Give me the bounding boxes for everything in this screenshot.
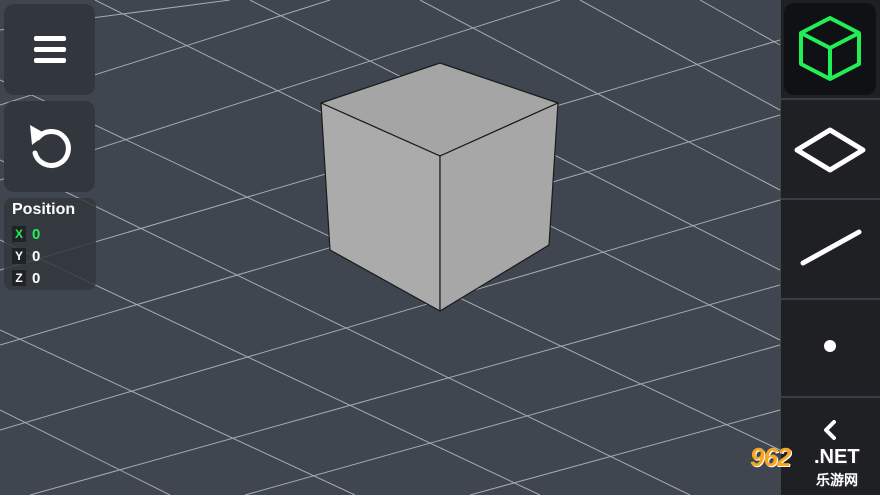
axis-z-value[interactable]: 0 — [32, 270, 40, 287]
menu-button[interactable] — [4, 4, 95, 95]
axis-y-label: Y — [12, 248, 26, 264]
face-mode-button[interactable] — [781, 100, 880, 200]
position-y-row[interactable]: Y 0 — [12, 246, 40, 266]
axis-z-label: Z — [12, 270, 26, 286]
position-title: Position — [12, 201, 76, 218]
3d-viewport[interactable] — [0, 0, 880, 495]
line-edge-icon — [800, 229, 862, 266]
axis-x-value[interactable]: 0 — [32, 226, 40, 243]
edge-mode-button[interactable] — [781, 200, 880, 300]
watermark-subtitle: 乐游网 — [816, 472, 858, 488]
position-readout: Position X 0 Y 0 Z 0 — [4, 198, 96, 290]
cube-mode-button[interactable] — [781, 0, 880, 100]
site-watermark: 962 .NET 乐游网 — [736, 440, 880, 495]
dot-vertex-icon — [824, 340, 836, 352]
hamburger-menu-icon — [34, 36, 66, 63]
position-x-row[interactable]: X 0 — [12, 224, 40, 244]
selection-mode-toolbar — [781, 0, 880, 495]
reset-view-button[interactable] — [4, 101, 95, 192]
cube-outline-icon — [799, 16, 861, 81]
diamond-face-icon — [794, 127, 866, 173]
position-z-row[interactable]: Z 0 — [12, 268, 40, 288]
rotate-reset-icon — [30, 125, 71, 168]
axis-y-value[interactable]: 0 — [32, 248, 40, 265]
axis-x-label: X — [12, 226, 26, 242]
vertex-mode-button[interactable] — [781, 298, 880, 398]
watermark-number: 962 — [750, 442, 791, 472]
watermark-domain: .NET — [814, 446, 860, 468]
